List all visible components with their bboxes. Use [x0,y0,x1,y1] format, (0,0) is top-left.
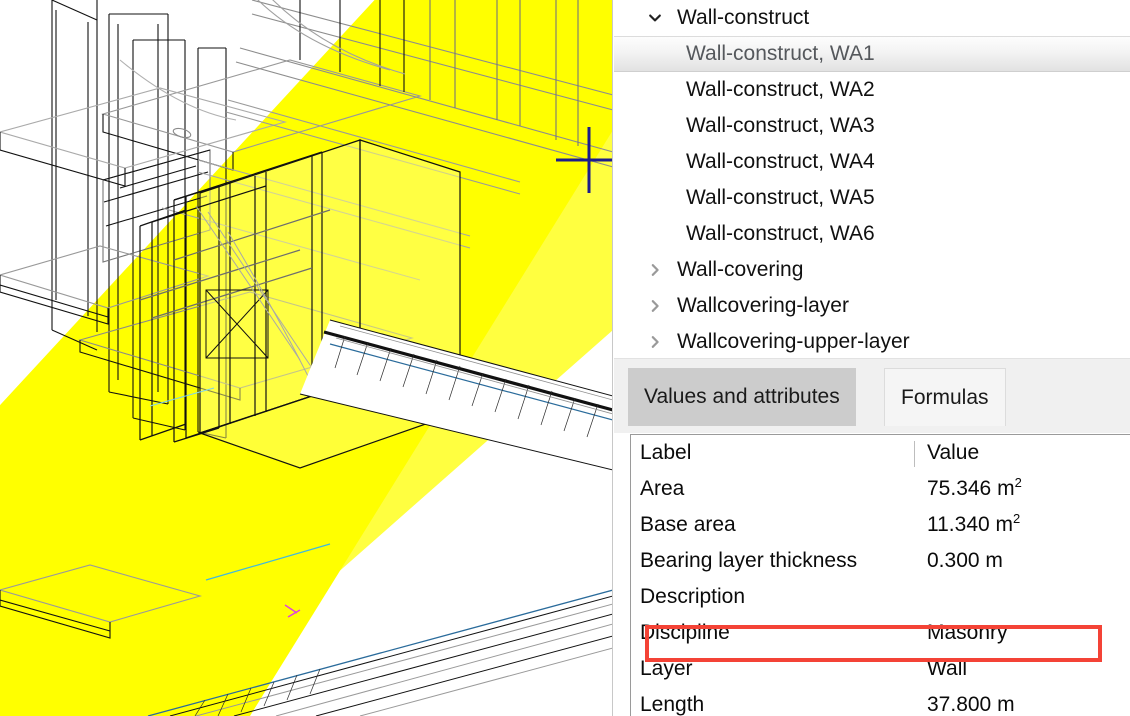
attribute-value: Masonry [927,621,1008,644]
attribute-value: Wall [927,657,968,680]
tab-values-and-attributes[interactable]: Values and attributes [628,368,856,426]
table-row[interactable]: Area 75.346 m2 [631,471,1130,507]
tree-item-wall-construct-wa6[interactable]: Wall-construct, WA6 [614,216,1130,252]
table-row[interactable]: Base area 11.340 m2 [631,507,1130,543]
attribute-label: Layer [640,657,693,680]
properties-panel: Wall-construct Wall-construct, WA1 Wall-… [614,0,1130,716]
tab-strip: Values and attributes Formulas [614,358,1130,433]
tree-item-label: Wallcovering-layer [677,294,849,317]
object-tree[interactable]: Wall-construct Wall-construct, WA1 Wall-… [614,0,1130,358]
tree-item-wallcovering-upper-layer[interactable]: Wallcovering-upper-layer [614,324,1130,358]
tree-item-wall-construct-wa2[interactable]: Wall-construct, WA2 [614,72,1130,108]
table-row-discipline[interactable]: Discipline Masonry [631,615,1130,651]
tab-label: Values and attributes [644,385,840,408]
chevron-right-icon[interactable] [644,324,666,358]
attribute-label: Description [640,585,746,608]
tree-item-wallcovering-layer[interactable]: Wallcovering-layer [614,288,1130,324]
column-header-value: Value [913,435,979,471]
attribute-value: 0.300 m [927,549,1003,572]
attributes-table[interactable]: Label Value Area 75.346 m2 Base area 11.… [630,434,1130,716]
table-header-row: Label Value [631,435,1130,471]
tree-item-label: Wall-construct, WA6 [686,222,875,245]
application-window: Wall-construct Wall-construct, WA1 Wall-… [0,0,1130,716]
chevron-right-icon[interactable] [644,252,666,288]
attribute-label: Area [640,477,685,500]
attribute-value: 37.800 m [927,693,1015,716]
tree-item-label: Wall-construct, WA1 [686,42,875,65]
column-header-label: Label [640,441,692,464]
attribute-label: Bearing layer thickness [640,549,858,572]
tree-item-wall-construct-wa5[interactable]: Wall-construct, WA5 [614,180,1130,216]
superscript: 2 [1014,475,1022,490]
attribute-label: Discipline [640,621,730,644]
tree-item-wall-construct[interactable]: Wall-construct [614,0,1130,36]
tree-item-label: Wallcovering-upper-layer [677,330,910,353]
tree-item-wall-construct-wa3[interactable]: Wall-construct, WA3 [614,108,1130,144]
tree-item-label: Wall-construct [677,6,810,29]
chevron-right-icon[interactable] [644,288,666,324]
attribute-value: 11.340 m2 [927,511,1021,536]
attribute-label: Length [640,693,705,716]
attribute-value: 75.346 m2 [927,475,1022,500]
tab-label: Formulas [901,385,989,409]
tree-item-label: Wall-construct, WA5 [686,186,875,209]
tab-strip-underline [614,430,1130,432]
tab-formulas[interactable]: Formulas [884,368,1006,426]
table-row[interactable]: Description [631,579,1130,615]
tree-item-label: Wall-construct, WA4 [686,150,875,173]
tree-item-wall-covering[interactable]: Wall-covering [614,252,1130,288]
tree-item-label: Wall-construct, WA2 [686,78,875,101]
table-row[interactable]: Length 37.800 m [631,687,1130,716]
table-row[interactable]: Bearing layer thickness 0.300 m [631,543,1130,579]
wireframe-drawing [0,0,612,716]
tree-item-wall-construct-wa4[interactable]: Wall-construct, WA4 [614,144,1130,180]
tree-item-label: Wall-construct, WA3 [686,114,875,137]
3d-cad-wireframe-viewport[interactable] [0,0,613,716]
table-row[interactable]: Layer Wall [631,651,1130,687]
tree-item-wall-construct-wa1[interactable]: Wall-construct, WA1 [614,36,1130,72]
chevron-down-icon[interactable] [644,0,666,36]
tree-item-label: Wall-covering [677,258,804,281]
attribute-label: Base area [640,513,736,536]
superscript: 2 [1013,511,1021,526]
